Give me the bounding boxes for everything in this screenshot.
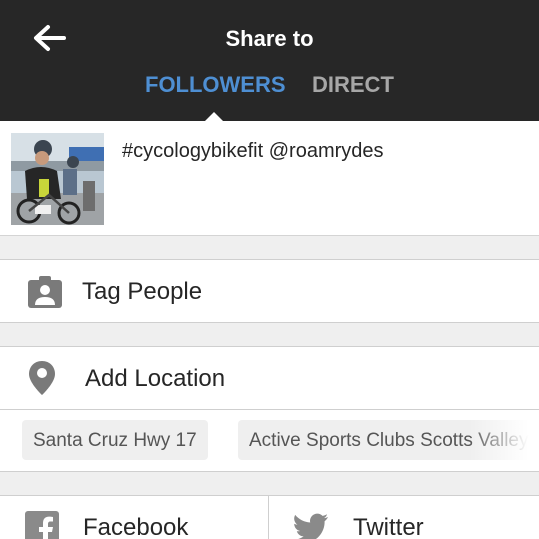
location-suggestion[interactable]: Active Sports Clubs Scotts Valley [238,420,539,460]
page-title: Share to [225,26,314,51]
tag-people-label: Tag People [82,278,203,305]
photo-image [11,133,104,225]
caption-text[interactable]: #cycologybikefit @roamrydes [122,140,384,163]
add-location-row[interactable]: Add Location [0,346,539,410]
share-facebook-toggle[interactable]: Facebook [0,496,269,539]
location-suggestions: Santa Cruz Hwy 17 Active Sports Clubs Sc… [0,410,539,472]
share-twitter-toggle[interactable]: Twitter [269,496,539,539]
facebook-icon [25,511,59,539]
share-tabs: FOLLOWERS DIRECT [0,72,539,100]
photo-thumbnail[interactable] [11,133,104,225]
caption-panel: #cycologybikefit @roamrydes [0,121,539,236]
location-suggestion[interactable]: Santa Cruz Hwy 17 [22,420,208,460]
tag-person-icon [28,276,62,308]
location-pin-icon [29,361,55,395]
tab-followers[interactable]: FOLLOWERS [145,72,286,98]
tag-people-row[interactable]: Tag People [0,259,539,323]
twitter-label: Twitter [353,514,424,539]
facebook-label: Facebook [83,514,189,539]
twitter-icon [294,513,328,539]
tab-direct[interactable]: DIRECT [312,72,394,98]
add-location-label: Add Location [85,365,226,392]
top-bar: Share to FOLLOWERS DIRECT [0,0,539,121]
active-tab-indicator [205,112,223,121]
share-options: Facebook Twitter [0,495,539,539]
